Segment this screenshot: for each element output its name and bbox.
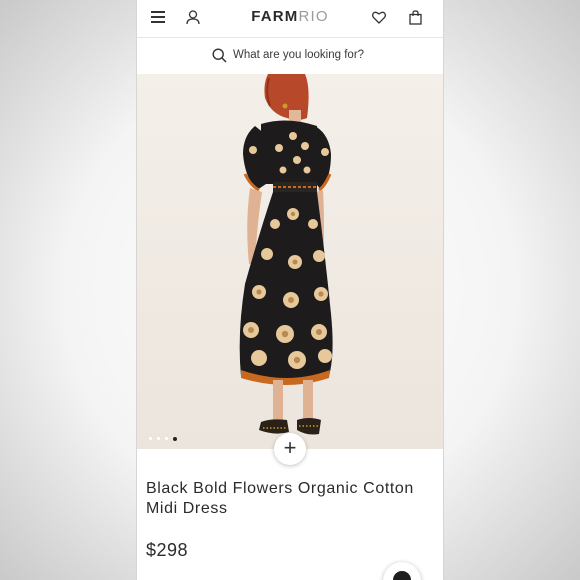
- bag-icon[interactable]: [409, 10, 422, 25]
- gallery-pagination: [149, 430, 182, 441]
- dress-photo: [239, 74, 333, 435]
- brand-logo[interactable]: FARMRIO: [137, 8, 443, 25]
- logo-light-text: RIO: [298, 8, 329, 25]
- search-bar[interactable]: What are you looking for?: [137, 38, 443, 74]
- logo-bold-text: FARM: [251, 8, 299, 25]
- mobile-page: FARMRIO What are you looking for? + Blac…: [137, 0, 443, 580]
- plus-icon: +: [283, 435, 297, 460]
- heart-icon[interactable]: [372, 11, 386, 24]
- product-price: $298: [146, 540, 189, 560]
- chat-button[interactable]: [383, 562, 421, 580]
- chat-icon: [393, 571, 411, 580]
- search-placeholder[interactable]: What are you looking for?: [233, 49, 364, 61]
- search-icon[interactable]: [212, 48, 227, 63]
- product-title: Black Bold Flowers Organic Cotton Midi D…: [146, 480, 414, 517]
- product-image[interactable]: [137, 74, 443, 449]
- gallery-dot-active[interactable]: [173, 436, 177, 441]
- add-to-bag-button[interactable]: +: [274, 433, 306, 465]
- top-navigation-bar: FARMRIO: [137, 0, 443, 38]
